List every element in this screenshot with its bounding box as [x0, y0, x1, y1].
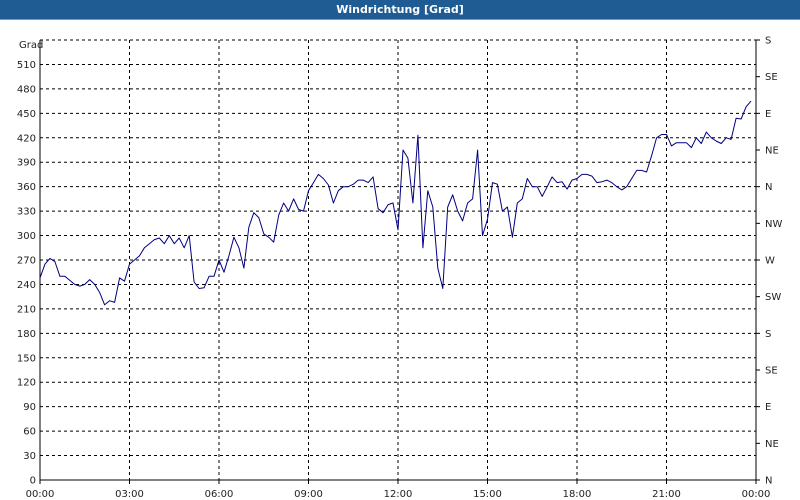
- y-tick-label: 330: [17, 207, 36, 218]
- wind-direction-chart: Grad 0 30 60 90 120 150 180 210 240 270 300 330 360 3…: [17, 36, 783, 500]
- x-tick-time: 18:00: [563, 489, 592, 500]
- right-tick-label: SE: [765, 72, 778, 83]
- x-axis-ticks: 00:0027.08.1703:0027.08.1706:0027.08.170…: [26, 480, 771, 500]
- right-tick-label: SE: [765, 366, 778, 377]
- y-tick-label: 360: [17, 182, 36, 193]
- y-tick-label: 60: [23, 427, 36, 438]
- y-tick-label: 420: [17, 133, 36, 144]
- x-tick-time: 21:00: [652, 489, 681, 500]
- x-tick-time: 00:00: [742, 489, 771, 500]
- right-axis-compass-ticks: N NE E SE S SW W NW N NE E SE S: [756, 36, 782, 487]
- right-tick-label: N: [765, 476, 772, 487]
- right-tick-label: SW: [765, 292, 781, 303]
- right-tick-label: E: [765, 402, 771, 413]
- y-tick-label: 30: [23, 451, 36, 462]
- x-tick-time: 09:00: [294, 489, 323, 500]
- y-tick-label: 300: [17, 231, 36, 242]
- y-tick-label: 90: [23, 402, 36, 413]
- right-tick-label: N: [765, 182, 772, 193]
- y-tick-label: 120: [17, 378, 36, 389]
- right-tick-label: W: [765, 256, 775, 267]
- right-tick-label: E: [765, 109, 771, 120]
- y-tick-label: 0: [30, 476, 36, 487]
- y-tick-label: 150: [17, 353, 36, 364]
- right-tick-label: S: [765, 329, 771, 340]
- x-tick-time: 06:00: [205, 489, 234, 500]
- y-tick-label: 210: [17, 304, 36, 315]
- y-tick-label: 240: [17, 280, 36, 291]
- x-tick-time: 15:00: [473, 489, 502, 500]
- y-tick-label: 270: [17, 256, 36, 267]
- y-tick-label: 480: [17, 84, 36, 95]
- y-axis-ticks: 0 30 60 90 120 150 180 210 240 270 300 330 360 390 420…: [17, 60, 36, 487]
- x-tick-time: 03:00: [115, 489, 144, 500]
- y-tick-label: 390: [17, 158, 36, 169]
- chart-title: Windrichtung [Grad]: [336, 3, 464, 16]
- right-tick-label: NE: [765, 146, 779, 157]
- y-tick-label: 510: [17, 60, 36, 71]
- y-tick-label: 450: [17, 109, 36, 120]
- chart-title-bar: Windrichtung [Grad]: [0, 0, 800, 20]
- right-tick-label: NE: [765, 439, 779, 450]
- x-tick-time: 00:00: [26, 489, 55, 500]
- right-tick-label: S: [765, 36, 771, 47]
- y-axis-label: Grad: [19, 40, 43, 51]
- x-tick-time: 12:00: [384, 489, 413, 500]
- right-tick-label: NW: [765, 219, 782, 230]
- y-tick-label: 180: [17, 329, 36, 340]
